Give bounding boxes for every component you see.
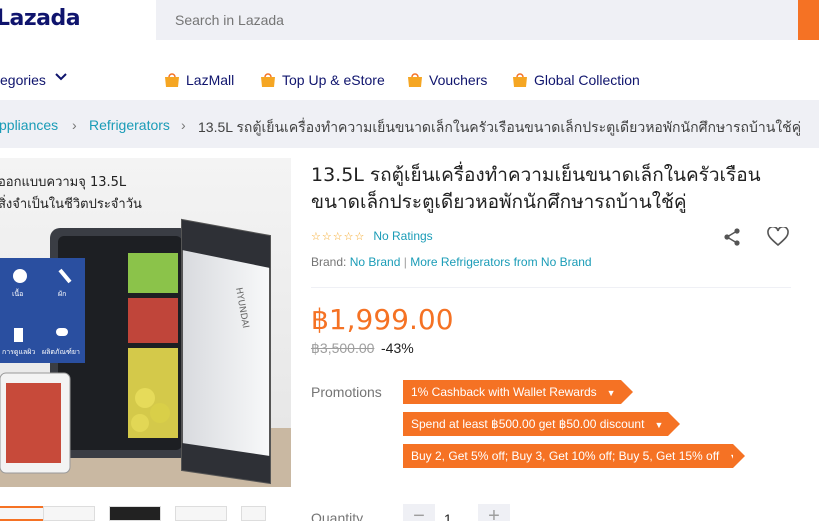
search-input[interactable] <box>156 0 802 40</box>
shopping-bag-icon <box>165 73 179 87</box>
quantity-increase-button[interactable]: + <box>478 504 510 521</box>
caret-down-icon: ▼ <box>729 452 739 462</box>
thumbnail-strip <box>0 506 291 521</box>
image-icon-label: ผลิตภัณฑ์ยา <box>42 348 80 356</box>
breadcrumb-current: 13.5L รถตู้เย็นเครื่องทำความเย็นขนาดเล็ก… <box>198 119 802 135</box>
quantity-value[interactable]: 1 <box>444 511 452 521</box>
nav-global-collection[interactable]: Global Collection <box>511 72 640 88</box>
breadcrumb-refrigerators[interactable]: Refrigerators <box>89 117 170 133</box>
quantity-decrease-button[interactable]: − <box>403 504 435 521</box>
brand-link[interactable]: No Brand <box>350 255 401 269</box>
categories-menu[interactable]: egories <box>0 72 67 88</box>
thumbnail[interactable] <box>109 506 161 521</box>
chevron-right-icon: › <box>181 117 186 133</box>
divider <box>311 287 791 288</box>
categories-label: egories <box>0 72 46 88</box>
discount-percent: -43% <box>381 340 414 356</box>
nav-label: Top Up & eStore <box>282 72 385 88</box>
brand-prefix: Brand: <box>311 255 347 269</box>
promotion-text: 1% Cashback with Wallet Rewards <box>411 385 597 399</box>
original-price: ฿3,500.00 <box>311 340 375 356</box>
shopping-bag-icon <box>261 73 275 87</box>
lazada-logo[interactable]: Lazada <box>0 6 81 31</box>
star-rating-icon: ☆☆☆☆☆ <box>311 230 366 243</box>
more-from-brand-link[interactable]: More Refrigerators from No Brand <box>410 255 591 269</box>
chevron-right-icon: › <box>72 117 77 133</box>
breadcrumb-appliances[interactable]: ppliances <box>0 117 58 133</box>
share-icon[interactable] <box>722 227 742 247</box>
top-nav: egories LazMall Top Up & eStore Vouchers… <box>0 60 819 100</box>
nav-vouchers[interactable]: Vouchers <box>406 72 487 88</box>
promotions-label: Promotions <box>311 384 382 400</box>
header: Lazada <box>0 0 819 60</box>
ratings-link[interactable]: No Ratings <box>373 229 432 243</box>
chevron-down-icon <box>55 73 67 81</box>
promotion-tag[interactable]: 1% Cashback with Wallet Rewards ▼ <box>403 380 633 404</box>
thumbnail[interactable] <box>43 506 95 521</box>
image-icon-label: ผัก <box>58 290 66 298</box>
nav-lazmall[interactable]: LazMall <box>163 72 234 88</box>
rating-row: ☆☆☆☆☆ No Ratings <box>311 229 433 243</box>
search-bar <box>156 0 802 40</box>
nav-label: LazMall <box>186 72 235 88</box>
current-price: ฿1,999.00 <box>311 303 454 336</box>
thumbnail[interactable] <box>175 506 227 521</box>
heart-icon[interactable] <box>767 227 789 247</box>
image-text-line2: สิ่งจำเป็นในชีวิตประจำวัน <box>0 194 142 212</box>
promotion-tag[interactable]: Buy 2, Get 5% off; Buy 3, Get 10% off; B… <box>403 444 745 468</box>
promotion-text: Spend at least ฿500.00 get ฿50.00 discou… <box>411 417 645 431</box>
product-title: 13.5L รถตู้เย็นเครื่องทำความเย็นขนาดเล็ก… <box>311 164 761 213</box>
promotion-tag[interactable]: Spend at least ฿500.00 get ฿50.00 discou… <box>403 412 680 436</box>
image-icon-label: การดูแลผิว <box>2 348 35 356</box>
shopping-bag-icon <box>408 73 422 87</box>
thumbnail[interactable] <box>241 506 266 521</box>
caret-down-icon: ▼ <box>654 420 664 430</box>
refrigerator-photo: ออกแบบความจุ 13.5L สิ่งจำเป็นในชีวิตประจ… <box>0 158 291 487</box>
shopping-bag-icon <box>513 73 527 87</box>
breadcrumb: ppliances › Refrigerators › 13.5L รถตู้เ… <box>0 100 819 148</box>
nav-label: Global Collection <box>534 72 640 88</box>
nav-label: Vouchers <box>429 72 488 88</box>
brand-line: Brand: No Brand | More Refrigerators fro… <box>311 255 592 269</box>
nav-topup[interactable]: Top Up & eStore <box>259 72 385 88</box>
caret-down-icon: ▼ <box>606 388 616 398</box>
search-button[interactable] <box>798 0 819 40</box>
product-image[interactable]: ออกแบบความจุ 13.5L สิ่งจำเป็นในชีวิตประจ… <box>0 158 291 487</box>
image-text-line1: ออกแบบความจุ 13.5L <box>0 175 127 190</box>
promotion-text: Buy 2, Get 5% off; Buy 3, Get 10% off; B… <box>411 449 720 463</box>
quantity-label: Quantity <box>311 510 364 521</box>
